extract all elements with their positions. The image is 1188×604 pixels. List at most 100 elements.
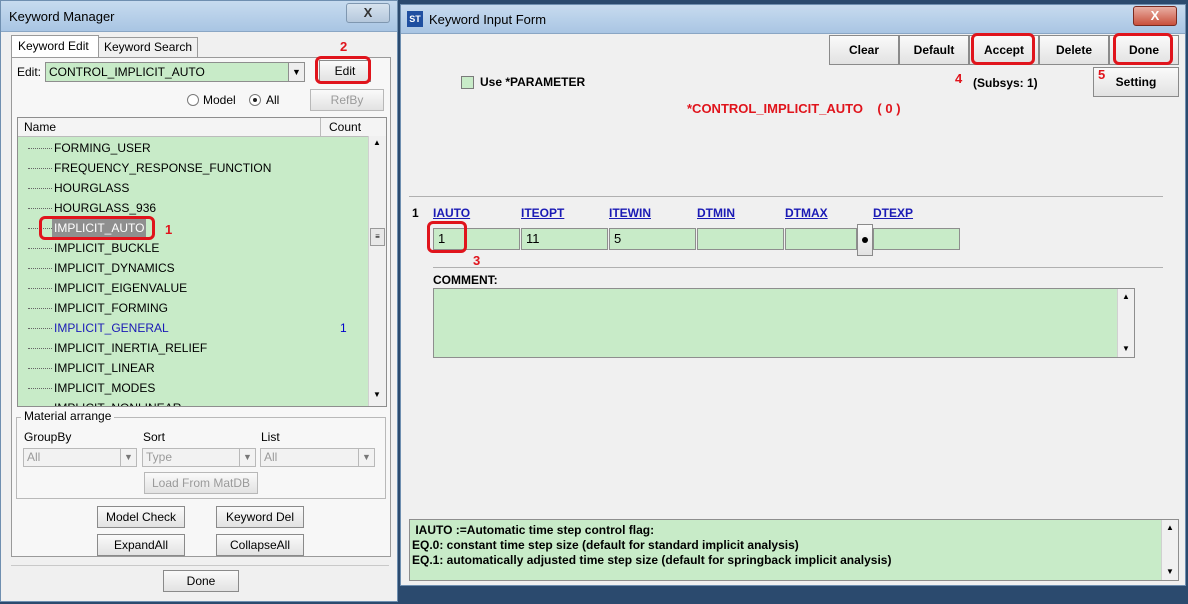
done-button-manager[interactable]: Done <box>163 570 239 592</box>
list-item-label: FREQUENCY_RESPONSE_FUNCTION <box>54 161 272 175</box>
scroll-up-icon[interactable]: ▲ <box>1166 523 1174 532</box>
scroll-thumb[interactable]: ≡ <box>370 228 385 246</box>
list-item-label: IMPLICIT_MODES <box>54 381 156 395</box>
field-itewin[interactable]: 5 <box>609 228 696 250</box>
field-label-itewin[interactable]: ITEWIN <box>609 206 651 220</box>
groupby-select[interactable]: All ▼ <box>23 448 137 467</box>
refby-button[interactable]: RefBy <box>310 89 384 111</box>
annotation-5: 5 <box>1098 67 1106 82</box>
expand-all-button[interactable]: ExpandAll <box>97 534 185 556</box>
close-icon[interactable]: X <box>1133 6 1177 26</box>
list-item[interactable]: FREQUENCY_RESPONSE_FUNCTION <box>18 158 368 178</box>
list-item[interactable]: IMPLICIT_EIGENVALUE <box>18 278 368 298</box>
annotation-1: 1 <box>165 222 173 237</box>
annotation-box-2 <box>315 56 371 84</box>
list-item[interactable]: IMPLICIT_LINEAR <box>18 358 368 378</box>
clear-button[interactable]: Clear <box>829 35 899 65</box>
scroll-down-icon[interactable]: ▼ <box>1122 344 1130 353</box>
groupby-select-value: All <box>27 450 41 464</box>
list-item[interactable]: IMPLICIT_NONLINEAR <box>18 398 368 406</box>
field-dtmax[interactable] <box>785 228 857 250</box>
list-scrollbar[interactable]: ▲ ≡ ▼ <box>368 136 386 406</box>
keyword-title: *CONTROL_IMPLICIT_AUTO ( 0 ) <box>687 101 901 116</box>
list-item[interactable]: IMPLICIT_BUCKLE <box>18 238 368 258</box>
tree-connector <box>28 168 52 169</box>
chevron-down-icon[interactable]: ▼ <box>120 449 136 466</box>
list-item[interactable]: HOURGLASS_936 <box>18 198 368 218</box>
scroll-up-icon[interactable]: ▲ <box>373 138 381 147</box>
keyword-list[interactable]: Name Count FORMING_USER FREQUENCY_RESPON… <box>17 117 387 407</box>
delete-button[interactable]: Delete <box>1039 35 1109 65</box>
form-separator <box>409 196 1163 197</box>
edit-combo[interactable]: CONTROL_IMPLICIT_AUTO ▼ <box>45 62 305 82</box>
column-name[interactable]: Name <box>24 120 56 134</box>
keyword-manager-titlebar[interactable]: Keyword Manager X <box>1 1 397 32</box>
dtmax-curve-button[interactable] <box>857 224 873 256</box>
list-item-label: IMPLICIT_DYNAMICS <box>54 261 175 275</box>
sort-label: Sort <box>143 430 166 444</box>
card-number: 1 <box>412 206 419 220</box>
dot-icon <box>862 237 868 243</box>
chevron-down-icon[interactable]: ▼ <box>358 449 374 466</box>
keyword-manager-window: Keyword Manager X Keyword Edit Keyword S… <box>0 0 398 602</box>
tree-connector <box>28 348 52 349</box>
app-logo-icon: ST <box>407 11 423 27</box>
default-button[interactable]: Default <box>899 35 969 65</box>
field-dtexp[interactable] <box>873 228 960 250</box>
field-iteopt[interactable]: 11 <box>521 228 608 250</box>
keyword-del-button[interactable]: Keyword Del <box>216 506 304 528</box>
field-label-iteopt[interactable]: ITEOPT <box>521 206 564 220</box>
comment-scrollbar[interactable]: ▲ ▼ <box>1117 289 1134 357</box>
tree-connector <box>28 188 52 189</box>
tree-items: FORMING_USER FREQUENCY_RESPONSE_FUNCTION… <box>18 138 368 406</box>
list-item[interactable]: IMPLICIT_MODES <box>18 378 368 398</box>
sort-select[interactable]: Type ▼ <box>142 448 256 467</box>
scroll-up-icon[interactable]: ▲ <box>1122 292 1130 301</box>
field-dtmin[interactable] <box>697 228 784 250</box>
setting-button[interactable]: Setting <box>1093 67 1179 97</box>
tree-connector <box>28 368 52 369</box>
tree-connector <box>28 388 52 389</box>
tab-keyword-edit[interactable]: Keyword Edit <box>11 35 99 58</box>
radio-all[interactable] <box>249 94 261 106</box>
column-count[interactable]: Count <box>320 118 379 136</box>
radio-model[interactable] <box>187 94 199 106</box>
tree-connector <box>28 308 52 309</box>
list-item[interactable]: IMPLICIT_INERTIA_RELIEF <box>18 338 368 358</box>
scroll-down-icon[interactable]: ▼ <box>373 390 381 399</box>
chevron-down-icon[interactable]: ▼ <box>288 63 304 81</box>
use-parameter-label: Use *PARAMETER <box>480 75 586 89</box>
annotation-3: 3 <box>473 253 481 268</box>
use-parameter-checkbox[interactable] <box>461 76 474 89</box>
list-item-label: IMPLICIT_NONLINEAR <box>54 398 181 406</box>
list-item[interactable]: IMPLICIT_DYNAMICS <box>18 258 368 278</box>
field-label-iauto[interactable]: IAUTO <box>433 206 470 220</box>
chevron-down-icon[interactable]: ▼ <box>239 449 255 466</box>
model-check-button[interactable]: Model Check <box>97 506 185 528</box>
comment-textarea[interactable]: ▲ ▼ <box>433 288 1135 358</box>
scroll-down-icon[interactable]: ▼ <box>1166 567 1174 576</box>
list-item-count: 1 <box>340 321 347 335</box>
annotation-2: 2 <box>340 39 348 54</box>
collapse-all-button[interactable]: CollapseAll <box>216 534 304 556</box>
list-select[interactable]: All ▼ <box>260 448 375 467</box>
tree-connector <box>28 288 52 289</box>
list-item[interactable]: IMPLICIT_GENERAL 1 <box>18 318 368 338</box>
field-label-dtexp[interactable]: DTEXP <box>873 206 913 220</box>
field-label-dtmax[interactable]: DTMAX <box>785 206 828 220</box>
field-label-dtmin[interactable]: DTMIN <box>697 206 735 220</box>
material-arrange-title: Material arrange <box>21 409 115 423</box>
comment-separator <box>433 267 1163 268</box>
list-item[interactable]: IMPLICIT_FORMING <box>18 298 368 318</box>
help-scrollbar[interactable]: ▲ ▼ <box>1161 520 1178 580</box>
close-icon[interactable]: X <box>346 3 390 23</box>
tab-keyword-search[interactable]: Keyword Search <box>98 37 198 58</box>
list-item-label: IMPLICIT_LINEAR <box>54 361 155 375</box>
input-form-titlebar[interactable]: ST Keyword Input Form X <box>401 5 1185 34</box>
load-from-matdb-button[interactable]: Load From MatDB <box>144 472 258 494</box>
input-form-title: Keyword Input Form <box>429 12 547 27</box>
list-item-label: IMPLICIT_EIGENVALUE <box>54 281 188 295</box>
list-item[interactable]: FORMING_USER <box>18 138 368 158</box>
list-item[interactable]: HOURGLASS <box>18 178 368 198</box>
radio-all-dot <box>253 98 257 102</box>
